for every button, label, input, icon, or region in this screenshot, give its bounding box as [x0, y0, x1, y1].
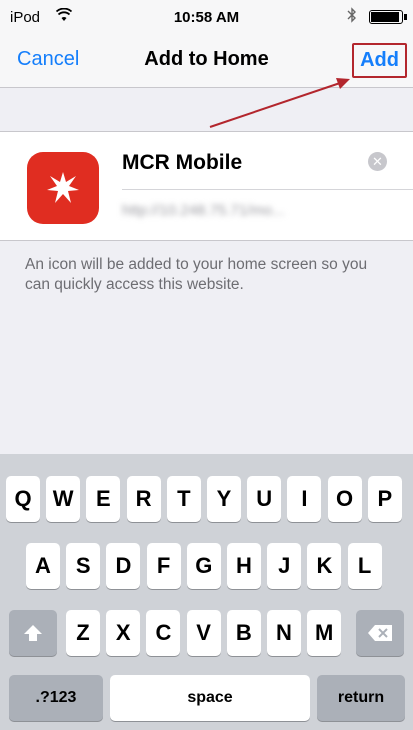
space-key[interactable]: space [110, 675, 310, 721]
key-n[interactable]: N [267, 610, 301, 656]
clear-icon[interactable]: ✕ [368, 152, 387, 171]
key-u[interactable]: U [247, 476, 282, 522]
hint-text: An icon will be added to your home scree… [25, 256, 368, 293]
key-q[interactable]: Q [6, 476, 40, 522]
key-r[interactable]: R [126, 476, 161, 522]
key-d[interactable]: D [106, 543, 141, 589]
dragon-logo-icon [47, 172, 79, 203]
key-g[interactable]: G [186, 543, 221, 589]
key-w[interactable]: W [46, 476, 81, 522]
battery-fill [371, 12, 399, 22]
key-i[interactable]: I [287, 476, 322, 522]
key-k[interactable]: K [307, 543, 342, 589]
key-p[interactable]: P [367, 476, 402, 522]
key-e[interactable]: E [86, 476, 121, 522]
status-bar: iPod 10:58 AM [0, 0, 413, 36]
numbers-key[interactable]: .?123 [9, 675, 103, 721]
backspace-key[interactable] [356, 610, 404, 656]
app-icon [27, 152, 99, 224]
return-key[interactable]: return [317, 675, 405, 721]
key-l[interactable]: L [347, 543, 382, 589]
bluetooth-icon [347, 7, 357, 27]
key-x[interactable]: X [106, 610, 141, 656]
battery-icon [369, 10, 407, 24]
key-y[interactable]: Y [207, 476, 241, 522]
bookmark-name-input[interactable] [122, 148, 352, 178]
key-a[interactable]: A [26, 543, 60, 589]
key-f[interactable]: F [146, 543, 181, 589]
key-o[interactable]: O [327, 476, 362, 522]
bookmark-card: ✕ http://10.248.75.71/mo... [0, 131, 413, 241]
shift-key[interactable] [9, 610, 57, 656]
field-divider [122, 189, 413, 190]
key-b[interactable]: B [226, 610, 261, 656]
key-j[interactable]: J [267, 543, 302, 589]
key-z[interactable]: Z [66, 610, 100, 656]
navigation-bar: Cancel Add to Home Add [0, 36, 413, 88]
key-m[interactable]: M [307, 610, 342, 656]
key-h[interactable]: H [227, 543, 261, 589]
key-s[interactable]: S [66, 543, 101, 589]
key-v[interactable]: V [186, 610, 221, 656]
add-button[interactable]: Add [352, 43, 407, 78]
shift-icon [24, 625, 42, 641]
key-t[interactable]: T [166, 476, 201, 522]
backspace-icon [368, 625, 392, 641]
key-c[interactable]: C [146, 610, 181, 656]
page-title: Add to Home [144, 48, 269, 70]
keyboard: QWERTYUIOP ASDFGHJKL ZXCVBNM .?123 space… [0, 454, 413, 730]
bookmark-url: http://10.248.75.71/mo... [122, 202, 285, 219]
